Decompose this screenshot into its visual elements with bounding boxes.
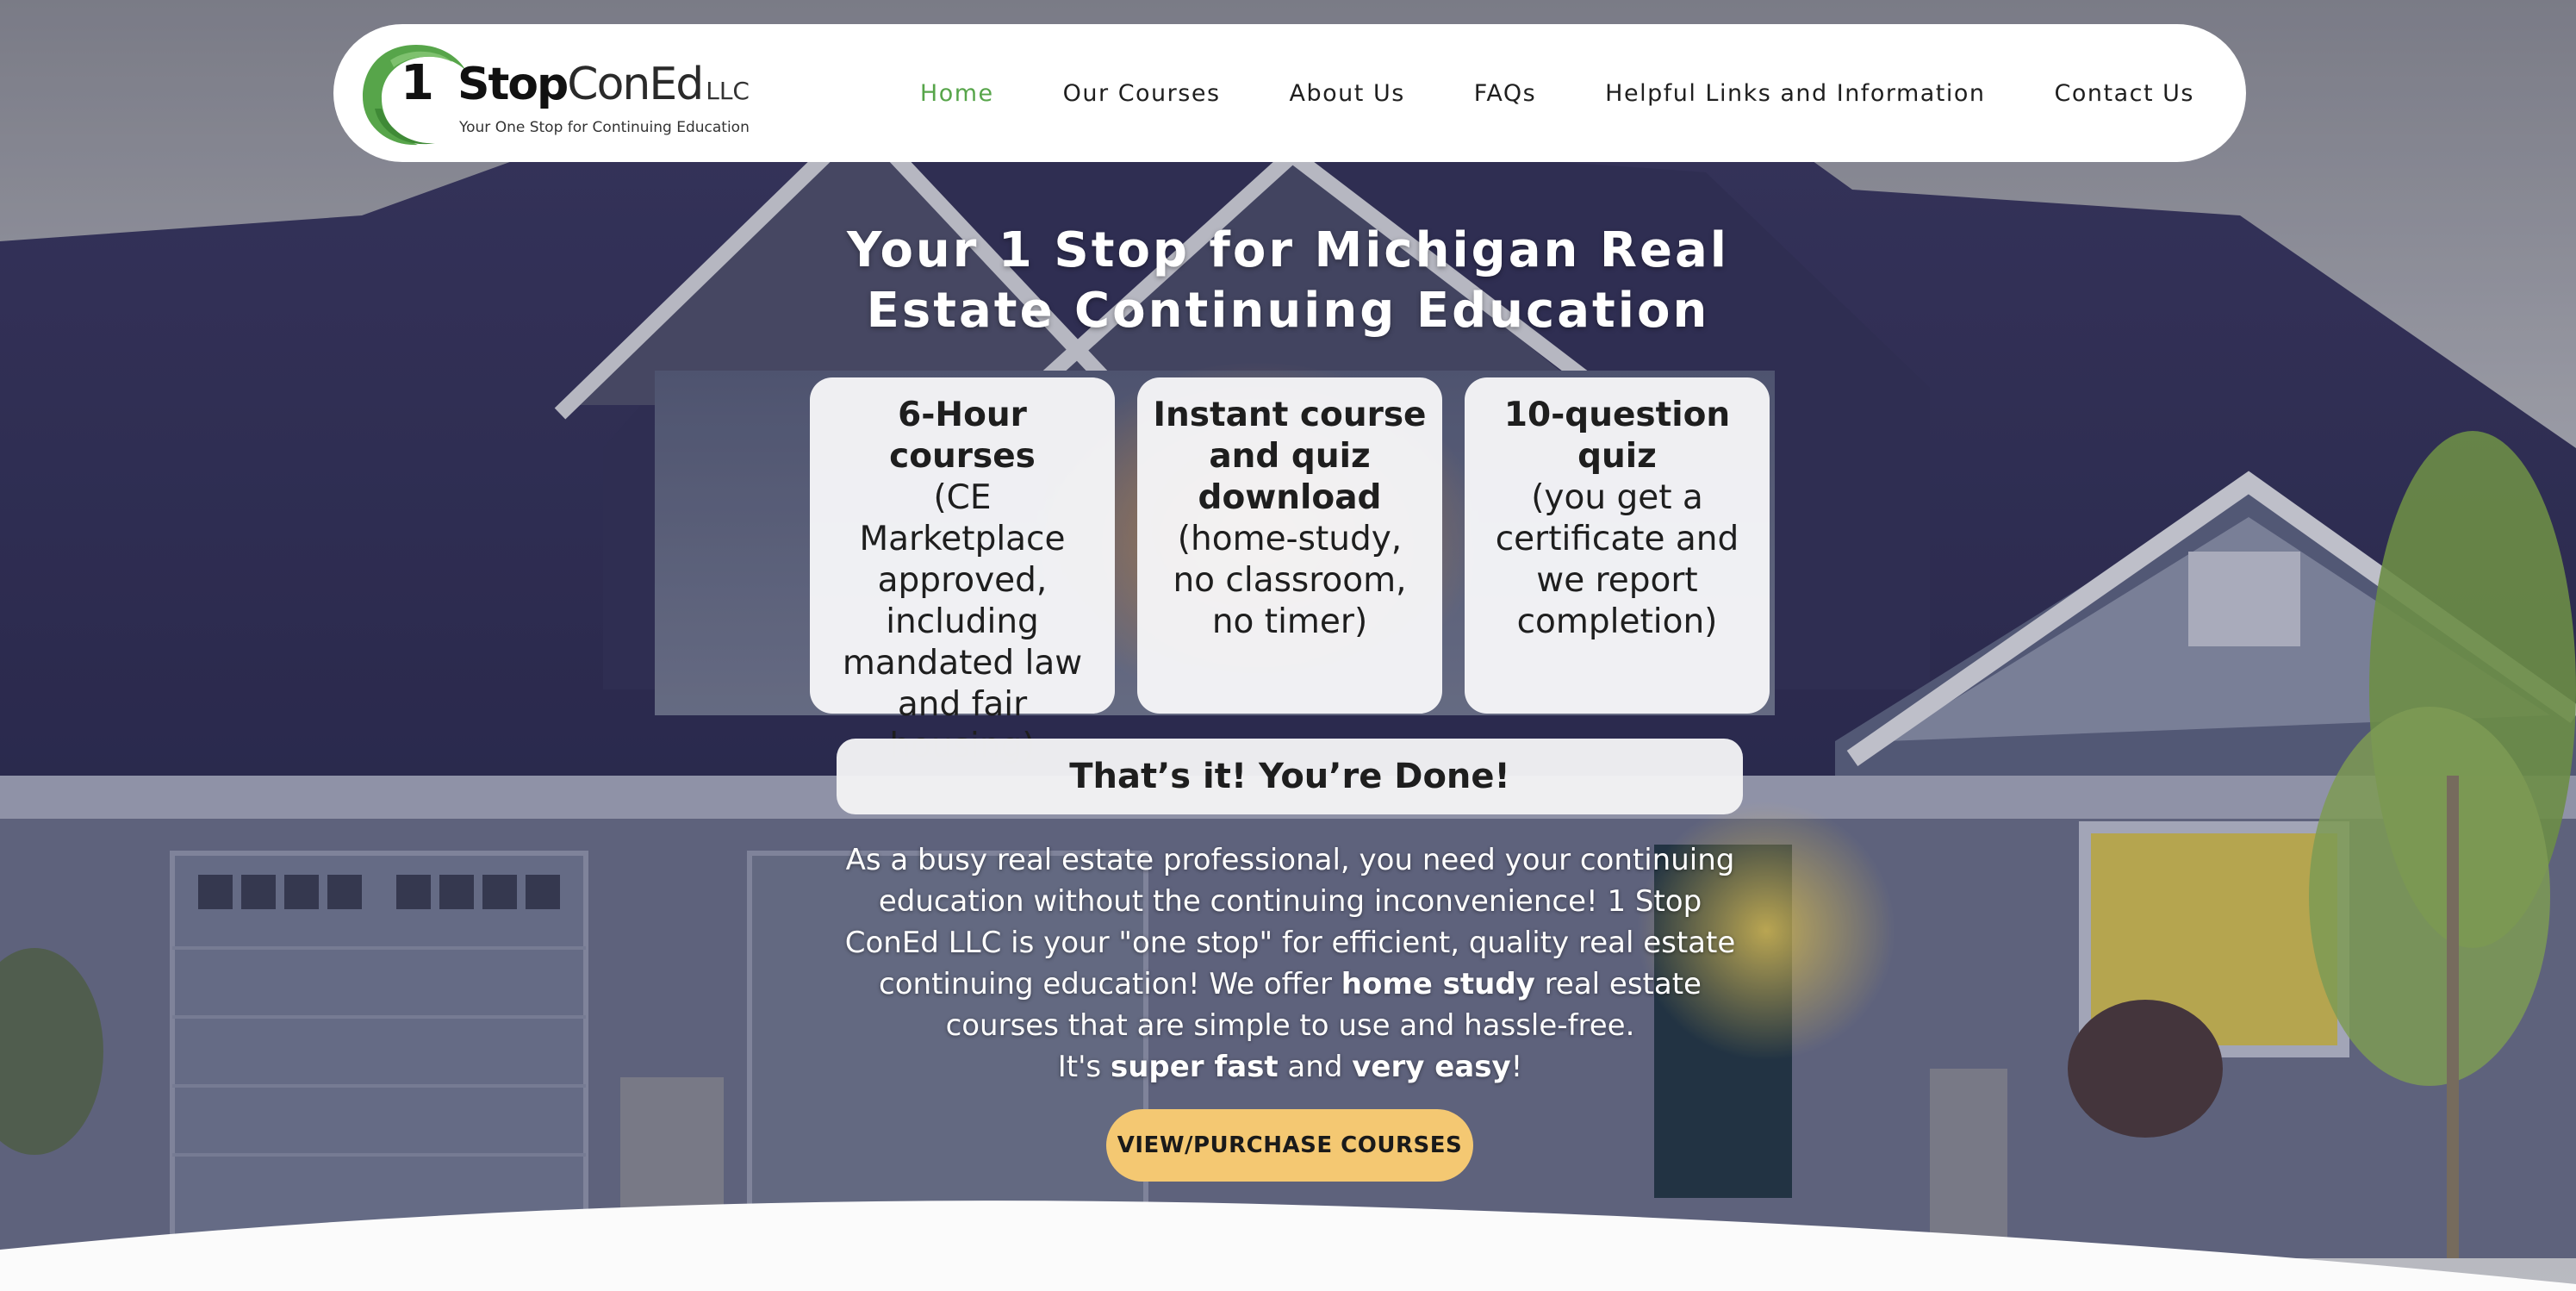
- feature-card-title: 10-question quiz: [1503, 396, 1731, 476]
- site-logo[interactable]: 1 StopConEd LLC Your One Stop for Continu…: [356, 36, 752, 152]
- feature-card-title: 6-Hour courses: [889, 396, 1036, 476]
- logo-word-bold: Stop: [457, 59, 569, 110]
- intro-emphasis: very easy: [1352, 1050, 1511, 1084]
- logo-word-light: ConEd: [567, 59, 704, 110]
- feature-card-body: (you get a certificate and we report com…: [1495, 478, 1739, 641]
- nav-faqs[interactable]: FAQs: [1474, 80, 1536, 107]
- done-banner: That’s it! You’re Done!: [837, 739, 1743, 814]
- intro-text: It's: [1057, 1050, 1111, 1084]
- feature-card-title: Instant course and quiz download: [1153, 396, 1427, 517]
- feature-card-download: Instant course and quiz download (home-s…: [1137, 377, 1442, 714]
- logo-number: 1: [401, 55, 434, 111]
- nav-our-courses[interactable]: Our Courses: [1063, 80, 1221, 107]
- hero-title-line2: Estate Continuing Education: [866, 283, 1710, 339]
- nav-home[interactable]: Home: [920, 80, 994, 107]
- hero-title: Your 1 Stop for Michigan Real Estate Con…: [793, 221, 1783, 341]
- nav-about-us[interactable]: About Us: [1290, 80, 1405, 107]
- feature-card-body: (home-study, no classroom, no timer): [1173, 520, 1407, 641]
- nav-contact-us[interactable]: Contact Us: [2055, 80, 2194, 107]
- view-purchase-courses-button[interactable]: VIEW/PURCHASE COURSES: [1106, 1109, 1473, 1182]
- section-divider-wave: [0, 1201, 2576, 1291]
- site-header: 1 StopConEd LLC Your One Stop for Continu…: [333, 24, 2246, 162]
- intro-paragraph: As a busy real estate professional, you …: [827, 839, 1753, 1088]
- feature-card-quiz: 10-question quiz (you get a certificate …: [1465, 377, 1770, 714]
- intro-emphasis: super fast: [1110, 1050, 1279, 1084]
- intro-text: and: [1278, 1050, 1353, 1084]
- intro-text: !: [1510, 1050, 1523, 1084]
- logo-suffix: LLC: [706, 77, 750, 105]
- nav-helpful-links[interactable]: Helpful Links and Information: [1605, 80, 1985, 107]
- logo-tagline: Your One Stop for Continuing Education: [459, 119, 750, 136]
- main-nav: Home Our Courses About Us FAQs Helpful L…: [851, 24, 2194, 162]
- logo-wordmark: StopConEd LLC: [457, 59, 750, 110]
- feature-card-body: (CE Marketplace approved, including mand…: [842, 478, 1083, 765]
- intro-emphasis: home study: [1341, 967, 1535, 1001]
- hero-title-line1: Your 1 Stop for Michigan Real: [847, 222, 1729, 278]
- feature-cards: 6-Hour courses (CE Marketplace approved,…: [810, 377, 1770, 765]
- feature-card-courses: 6-Hour courses (CE Marketplace approved,…: [810, 377, 1115, 765]
